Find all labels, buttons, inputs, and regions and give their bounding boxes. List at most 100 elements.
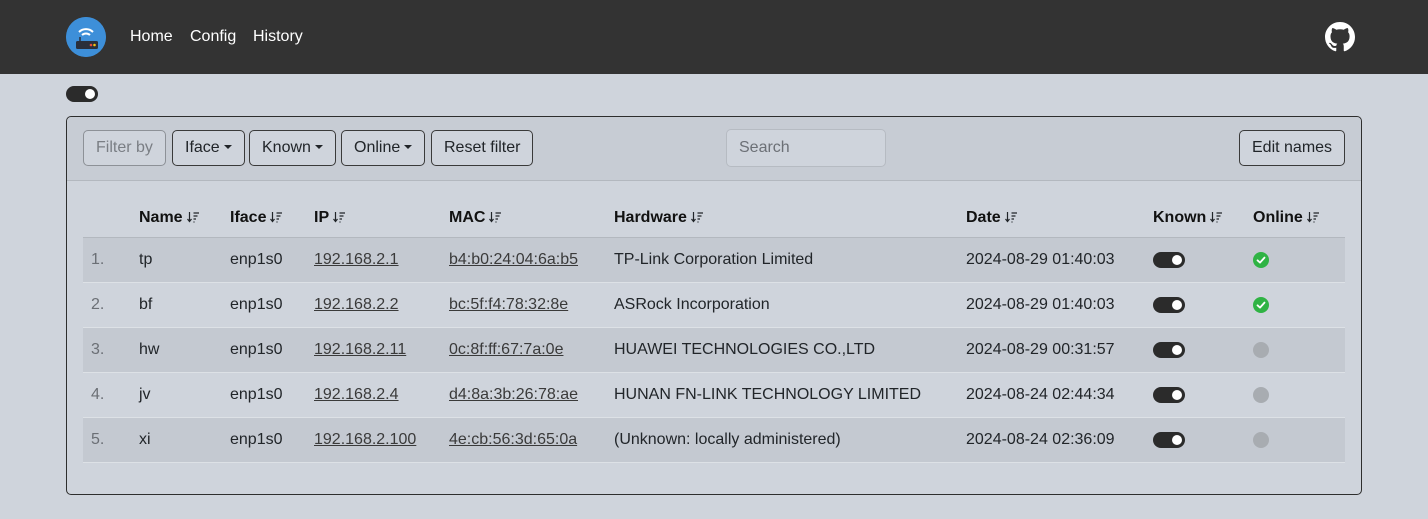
ip-cell: 192.168.2.4 <box>306 372 441 418</box>
ip-cell: 192.168.2.11 <box>306 327 441 373</box>
row-index-text: 5. <box>91 431 105 448</box>
column-header-label: MAC <box>449 208 486 226</box>
column-header-ip[interactable]: IP <box>306 199 441 238</box>
mac-cell: b4:b0:24:04:6a:b5 <box>441 237 606 283</box>
app-logo-icon[interactable] <box>66 17 106 57</box>
hardware-text: ASRock Incorporation <box>614 296 770 313</box>
table-row: 2. bf enp1s0 192.168.2.2 bc:5f:f4:78:32:8e AS… <box>83 282 1345 328</box>
iface-text: enp1s0 <box>230 251 283 268</box>
online-cell <box>1245 327 1345 373</box>
ip-link[interactable]: 192.168.2.1 <box>314 251 399 268</box>
column-header-iface[interactable]: Iface <box>222 199 306 238</box>
known-toggle[interactable] <box>1153 296 1185 313</box>
mac-cell: d4:8a:3b:26:78:ae <box>441 372 606 418</box>
date-cell: 2024-08-29 01:40:03 <box>958 282 1145 328</box>
known-cell <box>1145 417 1245 463</box>
online-cell <box>1245 417 1345 463</box>
ip-link[interactable]: 192.168.2.4 <box>314 386 399 403</box>
known-toggle[interactable] <box>1153 386 1185 403</box>
ip-cell: 192.168.2.100 <box>306 417 441 463</box>
iface-text: enp1s0 <box>230 296 283 313</box>
sort-icon <box>186 210 200 228</box>
table-header-row: Name Iface IP MAC Hardware Date Known Online <box>83 199 1345 238</box>
nav-home-link[interactable]: Home <box>130 27 173 47</box>
reset-filter-button[interactable]: Reset filter <box>431 130 534 166</box>
mac-link[interactable]: 4e:cb:56:3d:65:0a <box>449 431 577 448</box>
name-cell: hw <box>131 327 222 373</box>
name-text: jv <box>139 386 151 403</box>
column-header-label: Date <box>966 208 1001 226</box>
known-toggle[interactable] <box>1153 251 1185 268</box>
iface-cell: enp1s0 <box>222 327 306 373</box>
date-cell: 2024-08-24 02:36:09 <box>958 417 1145 463</box>
ip-link[interactable]: 192.168.2.11 <box>314 341 406 358</box>
name-cell: tp <box>131 237 222 283</box>
known-cell <box>1145 237 1245 283</box>
offline-dot-icon <box>1253 386 1269 403</box>
filter-toolbar: Filter by Iface Known Online Reset filte… <box>67 117 1361 181</box>
mac-link[interactable]: bc:5f:f4:78:32:8e <box>449 296 568 313</box>
online-filter-dropdown[interactable]: Online <box>341 130 426 166</box>
hardware-text: HUAWEI TECHNOLOGIES CO.,LTD <box>614 341 876 358</box>
column-header-date[interactable]: Date <box>958 199 1145 238</box>
date-text: 2024-08-29 01:40:03 <box>966 251 1115 268</box>
sort-icon <box>1210 210 1223 228</box>
column-header-label: Online <box>1253 208 1303 226</box>
name-text: tp <box>139 251 153 268</box>
github-icon[interactable] <box>1325 22 1355 52</box>
iface-text: enp1s0 <box>230 386 283 403</box>
column-header-label: Name <box>139 208 183 226</box>
row-index-text: 1. <box>91 251 105 268</box>
mac-link[interactable]: d4:8a:3b:26:78:ae <box>449 386 578 403</box>
online-cell <box>1245 282 1345 328</box>
date-cell: 2024-08-24 02:44:34 <box>958 372 1145 418</box>
known-cell <box>1145 327 1245 373</box>
edit-names-button[interactable]: Edit names <box>1239 130 1346 166</box>
chevron-down-icon <box>314 145 323 149</box>
nav-config-link[interactable]: Config <box>190 27 236 47</box>
hardware-cell: TP-Link Corporation Limited <box>606 237 958 283</box>
table-row: 3. hw enp1s0 192.168.2.11 0c:8f:ff:67:7a:0e H… <box>83 327 1345 373</box>
column-header-label: IP <box>314 208 330 226</box>
table-row: 5. xi enp1s0 192.168.2.100 4e:cb:56:3d:65:0a… <box>83 417 1345 463</box>
row-index-cell: 5. <box>83 417 131 463</box>
known-filter-dropdown[interactable]: Known <box>249 130 336 166</box>
ip-link[interactable]: 192.168.2.100 <box>314 431 416 448</box>
column-header-mac[interactable]: MAC <box>441 199 606 238</box>
column-header-name[interactable]: Name <box>131 199 222 238</box>
devices-card: Filter by Iface Known Online Reset filte… <box>66 116 1362 495</box>
nav-history-link[interactable]: History <box>253 27 303 47</box>
mac-link[interactable]: b4:b0:24:04:6a:b5 <box>449 251 578 268</box>
column-header-hardware[interactable]: Hardware <box>606 199 958 238</box>
index-header <box>83 199 131 238</box>
hardware-cell: HUAWEI TECHNOLOGIES CO.,LTD <box>606 327 958 373</box>
hardware-cell: HUNAN FN-LINK TECHNOLOGY LIMITED <box>606 372 958 418</box>
iface-filter-label: Iface <box>185 139 220 156</box>
theme-toggle[interactable] <box>66 86 98 102</box>
column-header-online[interactable]: Online <box>1245 199 1345 238</box>
table-row: 1. tp enp1s0 192.168.2.1 b4:b0:24:04:6a:b5 TP… <box>83 237 1345 283</box>
sort-icon <box>1306 210 1320 228</box>
mac-link[interactable]: 0c:8f:ff:67:7a:0e <box>449 341 563 358</box>
date-text: 2024-08-29 01:40:03 <box>966 296 1115 313</box>
row-index-text: 3. <box>91 341 105 358</box>
date-text: 2024-08-24 02:36:09 <box>966 431 1115 448</box>
row-index-cell: 3. <box>83 327 131 373</box>
row-index-cell: 1. <box>83 237 131 283</box>
offline-dot-icon <box>1253 431 1269 448</box>
known-filter-label: Known <box>262 139 311 156</box>
online-cell <box>1245 237 1345 283</box>
row-index-text: 2. <box>91 296 105 313</box>
hardware-text: TP-Link Corporation Limited <box>614 251 814 268</box>
mac-cell: bc:5f:f4:78:32:8e <box>441 282 606 328</box>
known-cell <box>1145 282 1245 328</box>
iface-filter-dropdown[interactable]: Iface <box>172 130 245 166</box>
iface-cell: enp1s0 <box>222 417 306 463</box>
search-input[interactable] <box>726 129 886 167</box>
navbar: Home Config History <box>0 0 1428 74</box>
ip-link[interactable]: 192.168.2.2 <box>314 296 399 313</box>
column-header-known[interactable]: Known <box>1145 199 1245 238</box>
name-cell: jv <box>131 372 222 418</box>
known-toggle[interactable] <box>1153 341 1185 358</box>
known-toggle[interactable] <box>1153 431 1185 448</box>
